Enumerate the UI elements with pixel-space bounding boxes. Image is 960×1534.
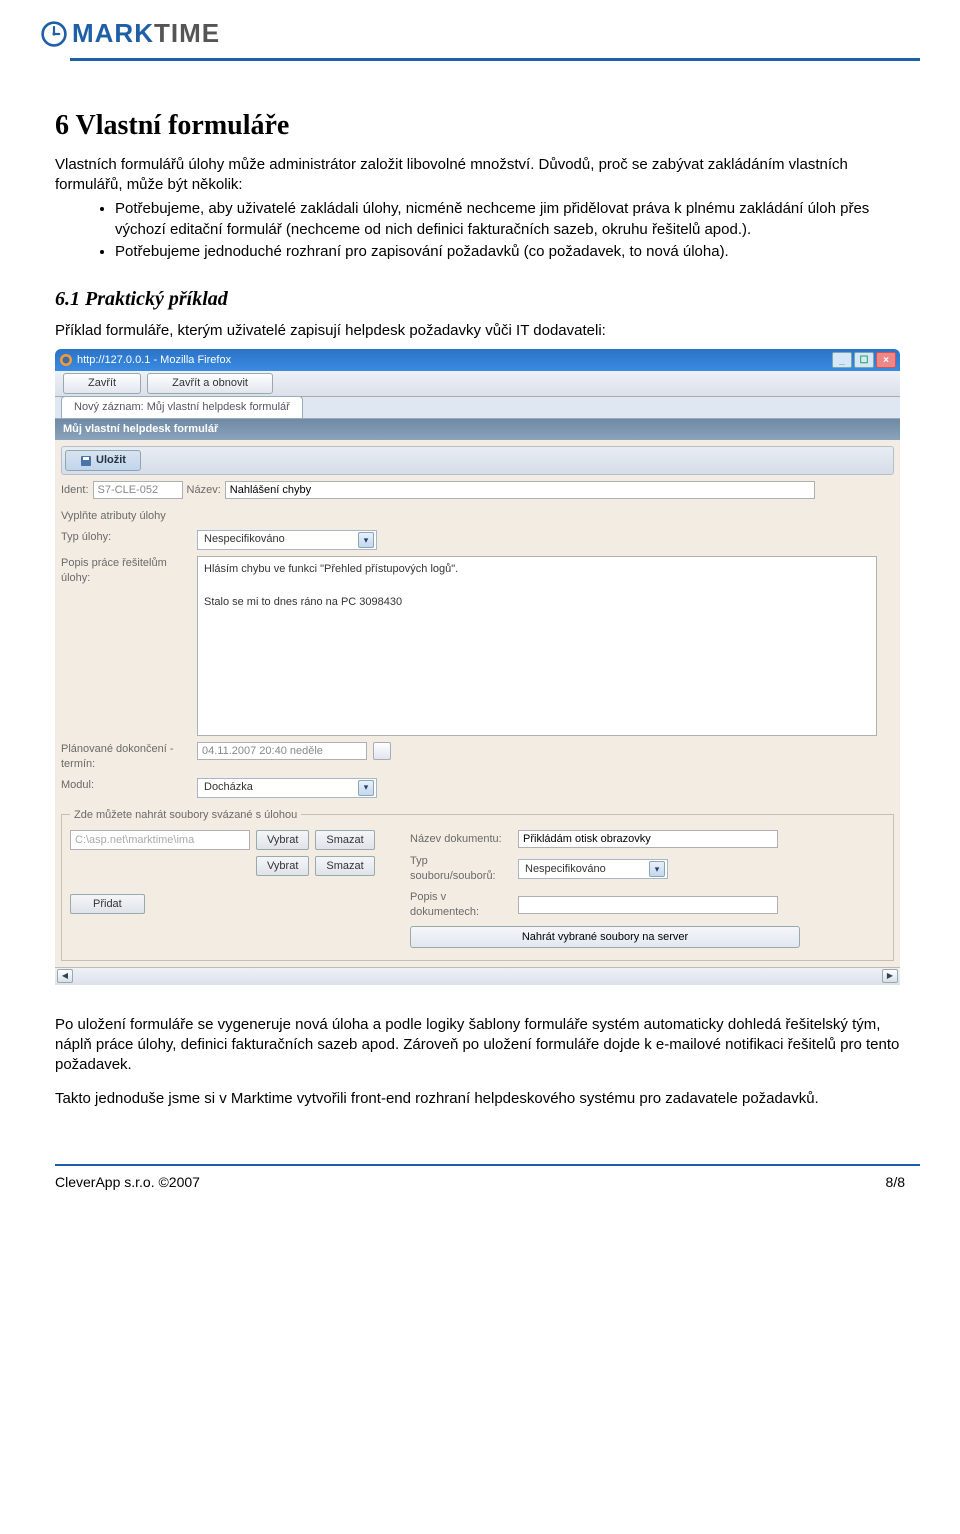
after-p1: Po uložení formuláře se vygeneruje nová …	[55, 1015, 905, 1076]
upload-button[interactable]: Nahrát vybrané soubory na server	[410, 926, 800, 948]
heading-2-sub: Příklad formuláře, kterým uživatelé zapi…	[55, 321, 905, 341]
tab-strip: Nový záznam: Můj vlastní helpdesk formul…	[55, 397, 900, 419]
ident-input[interactable]	[93, 481, 183, 499]
typ-ulohy-select[interactable]: Nespecifikováno ▾	[197, 530, 377, 550]
bullet-item: Potřebujeme, aby uživatelé zakládali úlo…	[115, 199, 905, 240]
plan-dokonceni-input[interactable]	[197, 742, 367, 760]
save-icon	[80, 455, 92, 467]
calendar-icon[interactable]	[373, 742, 391, 760]
toolbar: Zavřít Zavřít a obnovit	[55, 371, 900, 397]
minimize-button[interactable]: _	[832, 352, 852, 368]
logo-mark: MARK	[72, 18, 154, 48]
ident-label: Ident:	[61, 483, 89, 498]
footer-rule	[55, 1164, 920, 1168]
upload-legend: Zde můžete nahrát soubory svázané s úloh…	[70, 808, 301, 823]
intro-text: Vlastních formulářů úlohy může administr…	[55, 155, 905, 196]
clock-icon	[40, 20, 68, 48]
horizontal-scrollbar[interactable]: ◀ ▶	[55, 967, 900, 985]
typ-souboru-value: Nespecifikováno	[525, 862, 606, 877]
chevron-down-icon: ▾	[358, 532, 374, 548]
popis-dokumentech-label: Popis v dokumentech:	[410, 890, 510, 920]
form-area: Uložit Ident: Název: Vyplňte atributy úl…	[55, 440, 900, 967]
typ-souboru-select[interactable]: Nespecifikováno ▾	[518, 859, 668, 879]
modul-select[interactable]: Docházka ▾	[197, 778, 377, 798]
pridat-button[interactable]: Přidat	[70, 894, 145, 914]
logo-time: TIME	[154, 18, 220, 48]
heading-2: 6.1 Praktický příklad	[55, 286, 905, 313]
window-controls: _ ☐ ×	[832, 352, 896, 368]
typ-ulohy-value: Nespecifikováno	[204, 532, 285, 547]
nazev-dokumentu-label: Název dokumentu:	[410, 832, 510, 847]
modul-value: Docházka	[204, 780, 253, 795]
save-button-label: Uložit	[96, 453, 126, 468]
bullet-item: Potřebujeme jednoduché rozhraní pro zapi…	[115, 242, 905, 262]
smazat-button-1[interactable]: Smazat	[315, 830, 374, 850]
modul-label: Modul:	[61, 778, 191, 793]
intro-paragraph: Vlastních formulářů úlohy může administr…	[55, 155, 905, 196]
typ-souboru-label: Typ souboru/souborů:	[410, 854, 510, 884]
firefox-icon	[59, 353, 73, 367]
after-paragraphs: Po uložení formuláře se vygeneruje nová …	[55, 1015, 905, 1110]
footer-company: CleverApp s.r.o. ©2007	[55, 1174, 200, 1190]
popis-dokumentech-input[interactable]	[518, 896, 778, 914]
popis-line2: Stalo se mi to dnes ráno na PC 3098430	[204, 594, 870, 611]
maximize-button[interactable]: ☐	[854, 352, 874, 368]
chevron-down-icon: ▾	[358, 780, 374, 796]
form-title-bar: Můj vlastní helpdesk formulář	[55, 419, 900, 440]
plan-dokonceni-label: Plánované dokončení - termín:	[61, 742, 191, 772]
close-refresh-button[interactable]: Zavřít a obnovit	[147, 373, 273, 394]
vybrat-button-1[interactable]: Vybrat	[256, 830, 309, 850]
nazev-dokumentu-input[interactable]	[518, 830, 778, 848]
heading-1: 6 Vlastní formuláře	[55, 107, 905, 145]
tab-new-record[interactable]: Nový záznam: Můj vlastní helpdesk formul…	[61, 396, 303, 418]
header-rule	[70, 55, 920, 61]
footer-page-number: 8/8	[886, 1174, 905, 1190]
nazev-label: Název:	[187, 483, 221, 498]
page-header: MARKTIME	[0, 0, 960, 67]
window-title-text: http://127.0.0.1 - Mozilla Firefox	[77, 353, 231, 368]
save-button[interactable]: Uložit	[65, 450, 141, 471]
bullet-list: Potřebujeme, aby uživatelé zakládali úlo…	[115, 199, 905, 262]
logo: MARKTIME	[40, 18, 920, 49]
upload-fieldset: Zde můžete nahrát soubory svázané s úloh…	[61, 808, 894, 961]
screenshot-mockup: http://127.0.0.1 - Mozilla Firefox _ ☐ ×…	[55, 349, 900, 984]
popis-textarea[interactable]: Hlásím chybu ve funkci "Přehled přístupo…	[197, 556, 877, 736]
document-body: 6 Vlastní formuláře Vlastních formulářů …	[0, 67, 960, 1154]
smazat-button-2[interactable]: Smazat	[315, 856, 374, 876]
chevron-down-icon: ▾	[649, 861, 665, 877]
after-p2: Takto jednoduše jsme si v Marktime vytvo…	[55, 1089, 905, 1109]
page-footer: CleverApp s.r.o. ©2007 8/8	[0, 1154, 960, 1210]
section-attributes-label: Vyplňte atributy úlohy	[61, 509, 894, 524]
typ-ulohy-label: Typ úlohy:	[61, 530, 191, 545]
nazev-input[interactable]	[225, 481, 815, 499]
scroll-left-icon[interactable]: ◀	[57, 969, 73, 983]
close-button[interactable]: Zavřít	[63, 373, 141, 394]
save-strip: Uložit	[61, 446, 894, 475]
file-path-input-1[interactable]	[70, 830, 250, 850]
close-window-button[interactable]: ×	[876, 352, 896, 368]
popis-label: Popis práce řešitelům úlohy:	[61, 556, 191, 586]
scroll-right-icon[interactable]: ▶	[882, 969, 898, 983]
popis-line1: Hlásím chybu ve funkci "Přehled přístupo…	[204, 561, 870, 578]
vybrat-button-2[interactable]: Vybrat	[256, 856, 309, 876]
window-title-bar: http://127.0.0.1 - Mozilla Firefox _ ☐ ×	[55, 349, 900, 371]
